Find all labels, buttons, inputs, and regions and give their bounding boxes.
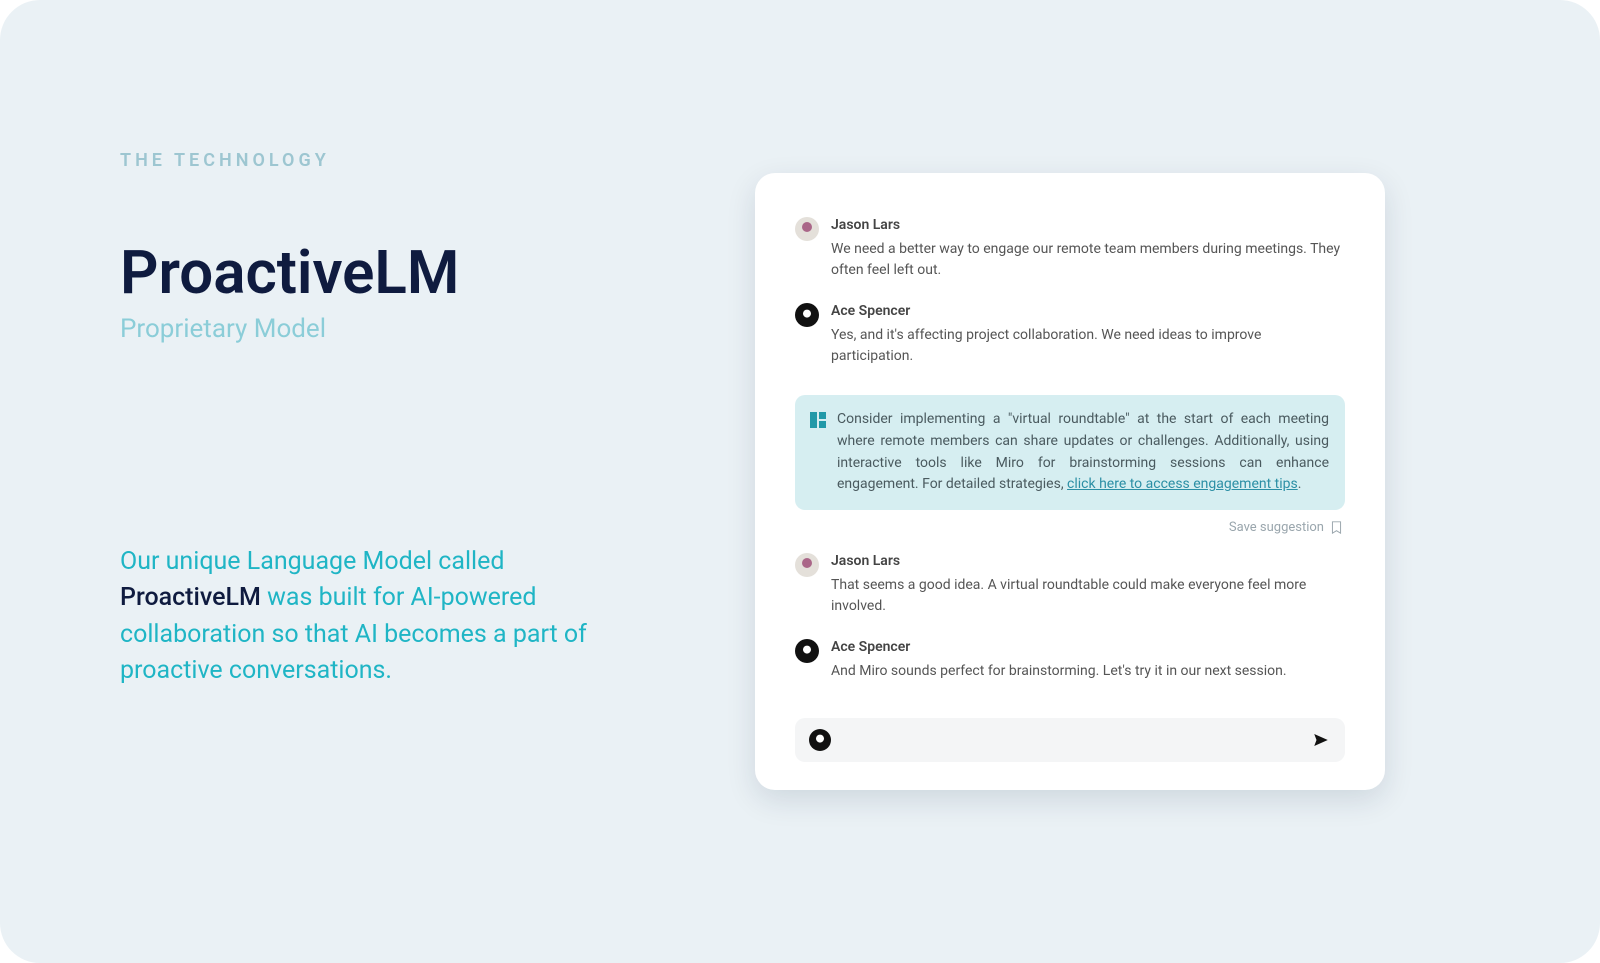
page-description: Our unique Language Model called Proacti… [120, 544, 590, 689]
message-body: Jason Lars That seems a good idea. A vir… [831, 553, 1345, 617]
send-icon [1312, 731, 1330, 749]
eyebrow-label: THE TECHNOLOGY [120, 150, 590, 171]
page-title: ProactiveLM [120, 241, 590, 304]
message-input-bar [795, 718, 1345, 762]
description-pre: Our unique Language Model called [120, 547, 504, 576]
chat-message: Jason Lars That seems a good idea. A vir… [795, 553, 1345, 617]
message-text: And Miro sounds perfect for brainstormin… [831, 661, 1345, 682]
send-button[interactable] [1311, 730, 1331, 750]
ai-suggestion: Consider implementing a "virtual roundta… [795, 395, 1345, 510]
message-author: Ace Spencer [831, 639, 1345, 655]
suggestion-icon [809, 411, 827, 429]
suggestion-text-post: . [1298, 476, 1302, 492]
chat-card: Jason Lars We need a better way to engag… [755, 173, 1385, 790]
save-suggestion-button[interactable]: Save suggestion [795, 520, 1343, 535]
avatar [795, 217, 819, 241]
message-author: Ace Spencer [831, 303, 1345, 319]
input-avatar [809, 729, 831, 751]
chat-message: Jason Lars We need a better way to engag… [795, 217, 1345, 281]
chat-message: Ace Spencer And Miro sounds perfect for … [795, 639, 1345, 682]
page-subtitle: Proprietary Model [120, 314, 590, 344]
message-body: Ace Spencer And Miro sounds perfect for … [831, 639, 1345, 682]
left-column: THE TECHNOLOGY ProactiveLM Proprietary M… [120, 60, 590, 903]
message-body: Ace Spencer Yes, and it's affecting proj… [831, 303, 1345, 367]
message-author: Jason Lars [831, 217, 1345, 233]
suggestion-link[interactable]: click here to access engagement tips [1067, 476, 1298, 492]
chat-message: Ace Spencer Yes, and it's affecting proj… [795, 303, 1345, 367]
message-body: Jason Lars We need a better way to engag… [831, 217, 1345, 281]
avatar [795, 639, 819, 663]
page-container: THE TECHNOLOGY ProactiveLM Proprietary M… [0, 0, 1600, 963]
message-text: Yes, and it's affecting project collabor… [831, 325, 1345, 367]
message-input[interactable] [841, 732, 1301, 748]
message-author: Jason Lars [831, 553, 1345, 569]
avatar [795, 303, 819, 327]
bookmark-icon [1330, 521, 1343, 534]
avatar [795, 553, 819, 577]
message-text: That seems a good idea. A virtual roundt… [831, 575, 1345, 617]
right-column: Jason Lars We need a better way to engag… [650, 60, 1490, 903]
save-suggestion-label: Save suggestion [1229, 520, 1324, 535]
message-text: We need a better way to engage our remot… [831, 239, 1345, 281]
description-strong: ProactiveLM [120, 583, 261, 612]
suggestion-text: Consider implementing a "virtual roundta… [837, 409, 1329, 496]
